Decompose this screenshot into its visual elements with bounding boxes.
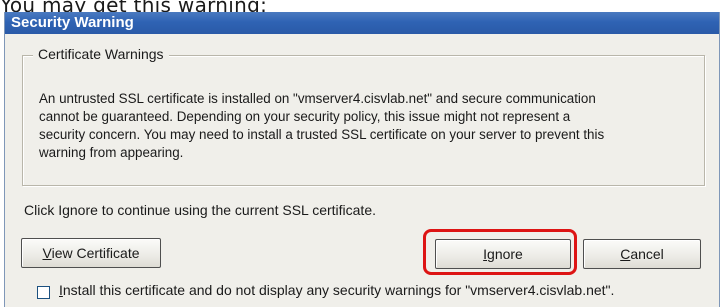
view-certificate-button[interactable]: View Certificate: [21, 238, 161, 268]
security-warning-dialog: Security Warning Certificate Warnings An…: [4, 12, 720, 307]
view-certificate-mnemonic: V: [42, 245, 52, 261]
warning-message-line: security concern. You may need to instal…: [39, 127, 605, 142]
view-certificate-label: iew Certificate: [51, 245, 140, 261]
install-certificate-label-text: nstall this certificate and do not displ…: [62, 282, 615, 298]
warning-message-line: warning from appearing.: [39, 145, 184, 160]
cancel-mnemonic: C: [620, 246, 631, 262]
install-certificate-checkbox-label[interactable]: Install this certificate and do not disp…: [59, 282, 614, 298]
ignore-label: gnore: [487, 246, 523, 262]
install-certificate-checkbox[interactable]: [37, 286, 50, 299]
warning-message-line: cannot be guaranteed. Depending on your …: [39, 109, 571, 124]
window-title: Security Warning: [11, 14, 134, 31]
cancel-button[interactable]: Cancel: [583, 239, 701, 269]
cancel-label: ancel: [630, 246, 664, 262]
ignore-info-text: Click Ignore to continue using the curre…: [24, 202, 376, 218]
ignore-button[interactable]: Ignore: [435, 239, 571, 269]
certificate-warnings-label: Certificate Warnings: [33, 46, 169, 62]
warning-message-line: An untrusted SSL certificate is installe…: [39, 91, 596, 106]
title-bar: Security Warning: [5, 12, 719, 34]
warning-message: An untrusted SSL certificate is installe…: [39, 90, 701, 162]
